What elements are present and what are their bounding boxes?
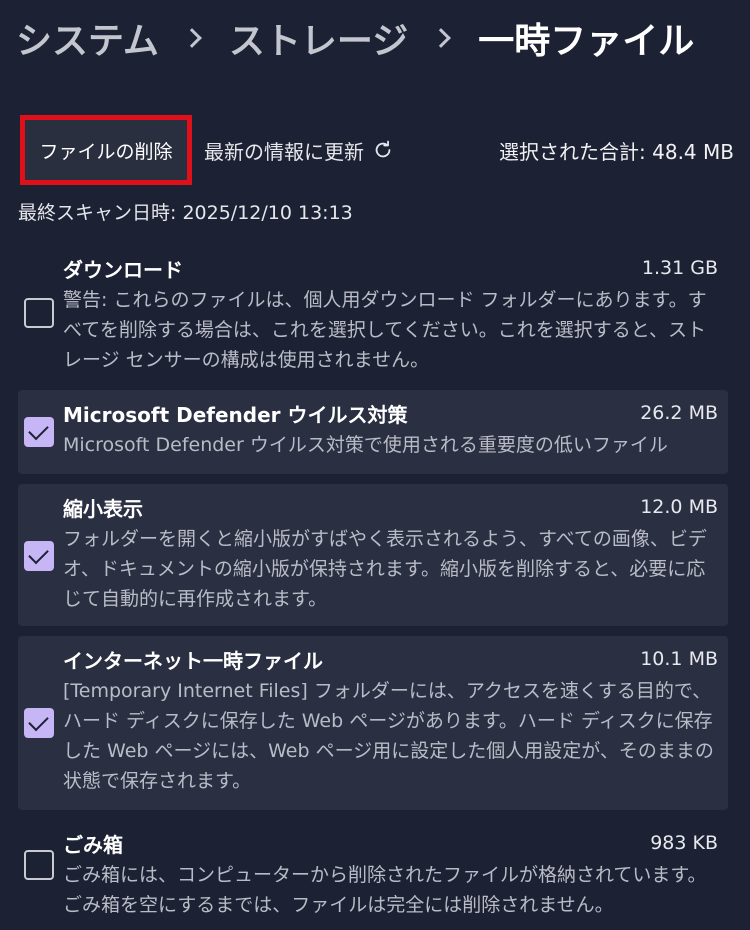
last-scan-time: 最終スキャン日時: 2025/12/10 13:13	[18, 202, 353, 224]
item-size: 12.0 MB	[640, 496, 718, 518]
item-title: ダウンロード	[63, 257, 183, 282]
item-size: 26.2 MB	[640, 402, 718, 424]
breadcrumb-system[interactable]: システム	[16, 12, 159, 64]
item-description: ごみ箱には、コンピューターから削除されたファイルが格納されています。ごみ箱を空に…	[63, 864, 707, 916]
checkbox-recycle-bin[interactable]	[24, 850, 54, 880]
list-item-defender[interactable]: Microsoft Defender ウイルス対策 26.2 MB Micros…	[18, 390, 728, 474]
item-description: Microsoft Defender ウイルス対策で使用される重要度の低いファイ…	[63, 434, 668, 456]
checkbox-internet-temp[interactable]	[24, 708, 54, 738]
item-title: 縮小表示	[63, 496, 143, 521]
checkmark-icon	[28, 419, 49, 441]
selected-total: 選択された合計: 48.4 MB	[499, 139, 734, 164]
toolbar: ファイルの削除 最新の情報に更新 選択された合計: 48.4 MB	[20, 115, 734, 185]
checkbox-defender[interactable]	[24, 417, 54, 447]
list-item-internet-temp[interactable]: インターネット一時ファイル 10.1 MB [Temporary Interne…	[18, 636, 728, 810]
checkmark-icon	[28, 543, 49, 565]
item-size: 1.31 GB	[641, 257, 718, 279]
checkmark-icon	[28, 710, 49, 732]
refresh-button[interactable]: 最新の情報に更新	[204, 115, 394, 185]
page-title: 一時ファイル	[478, 21, 695, 62]
checkbox-thumbnails[interactable]	[24, 541, 54, 571]
delete-files-button[interactable]: ファイルの削除	[20, 115, 192, 185]
item-description: [Temporary Internet Files] フォルダーには、アクセスを…	[63, 680, 714, 792]
item-title: Microsoft Defender ウイルス対策	[63, 402, 408, 427]
item-title: ごみ箱	[63, 832, 123, 857]
item-description: 警告: これらのファイルは、個人用ダウンロード フォルダーにあります。すべてを削…	[63, 289, 707, 371]
list-item-downloads[interactable]: ダウンロード 1.31 GB 警告: これらのファイルは、個人用ダウンロード フ…	[18, 245, 728, 380]
item-size: 983 KB	[650, 832, 718, 854]
list-item-recycle-bin[interactable]: ごみ箱 983 KB ごみ箱には、コンピューターから削除されたファイルが格納され…	[18, 820, 728, 920]
item-size: 10.1 MB	[640, 648, 718, 670]
item-description: フォルダーを開くと縮小版がすばやく表示されるよう、すべての画像、ビデオ、ドキュメ…	[63, 528, 707, 610]
refresh-icon	[375, 140, 391, 158]
list-item-thumbnails[interactable]: 縮小表示 12.0 MB フォルダーを開くと縮小版がすばやく表示されるよう、すべ…	[18, 484, 728, 626]
chevron-right-icon	[182, 28, 202, 48]
temp-file-list: ダウンロード 1.31 GB 警告: これらのファイルは、個人用ダウンロード フ…	[18, 245, 728, 930]
item-title: インターネット一時ファイル	[63, 648, 323, 673]
chevron-right-icon	[431, 28, 452, 48]
checkbox-downloads[interactable]	[24, 298, 54, 328]
breadcrumb: システム ストレージ 一時ファイル	[16, 8, 694, 68]
breadcrumb-storage[interactable]: ストレージ	[229, 12, 408, 64]
refresh-label: 最新の情報に更新	[204, 139, 364, 164]
